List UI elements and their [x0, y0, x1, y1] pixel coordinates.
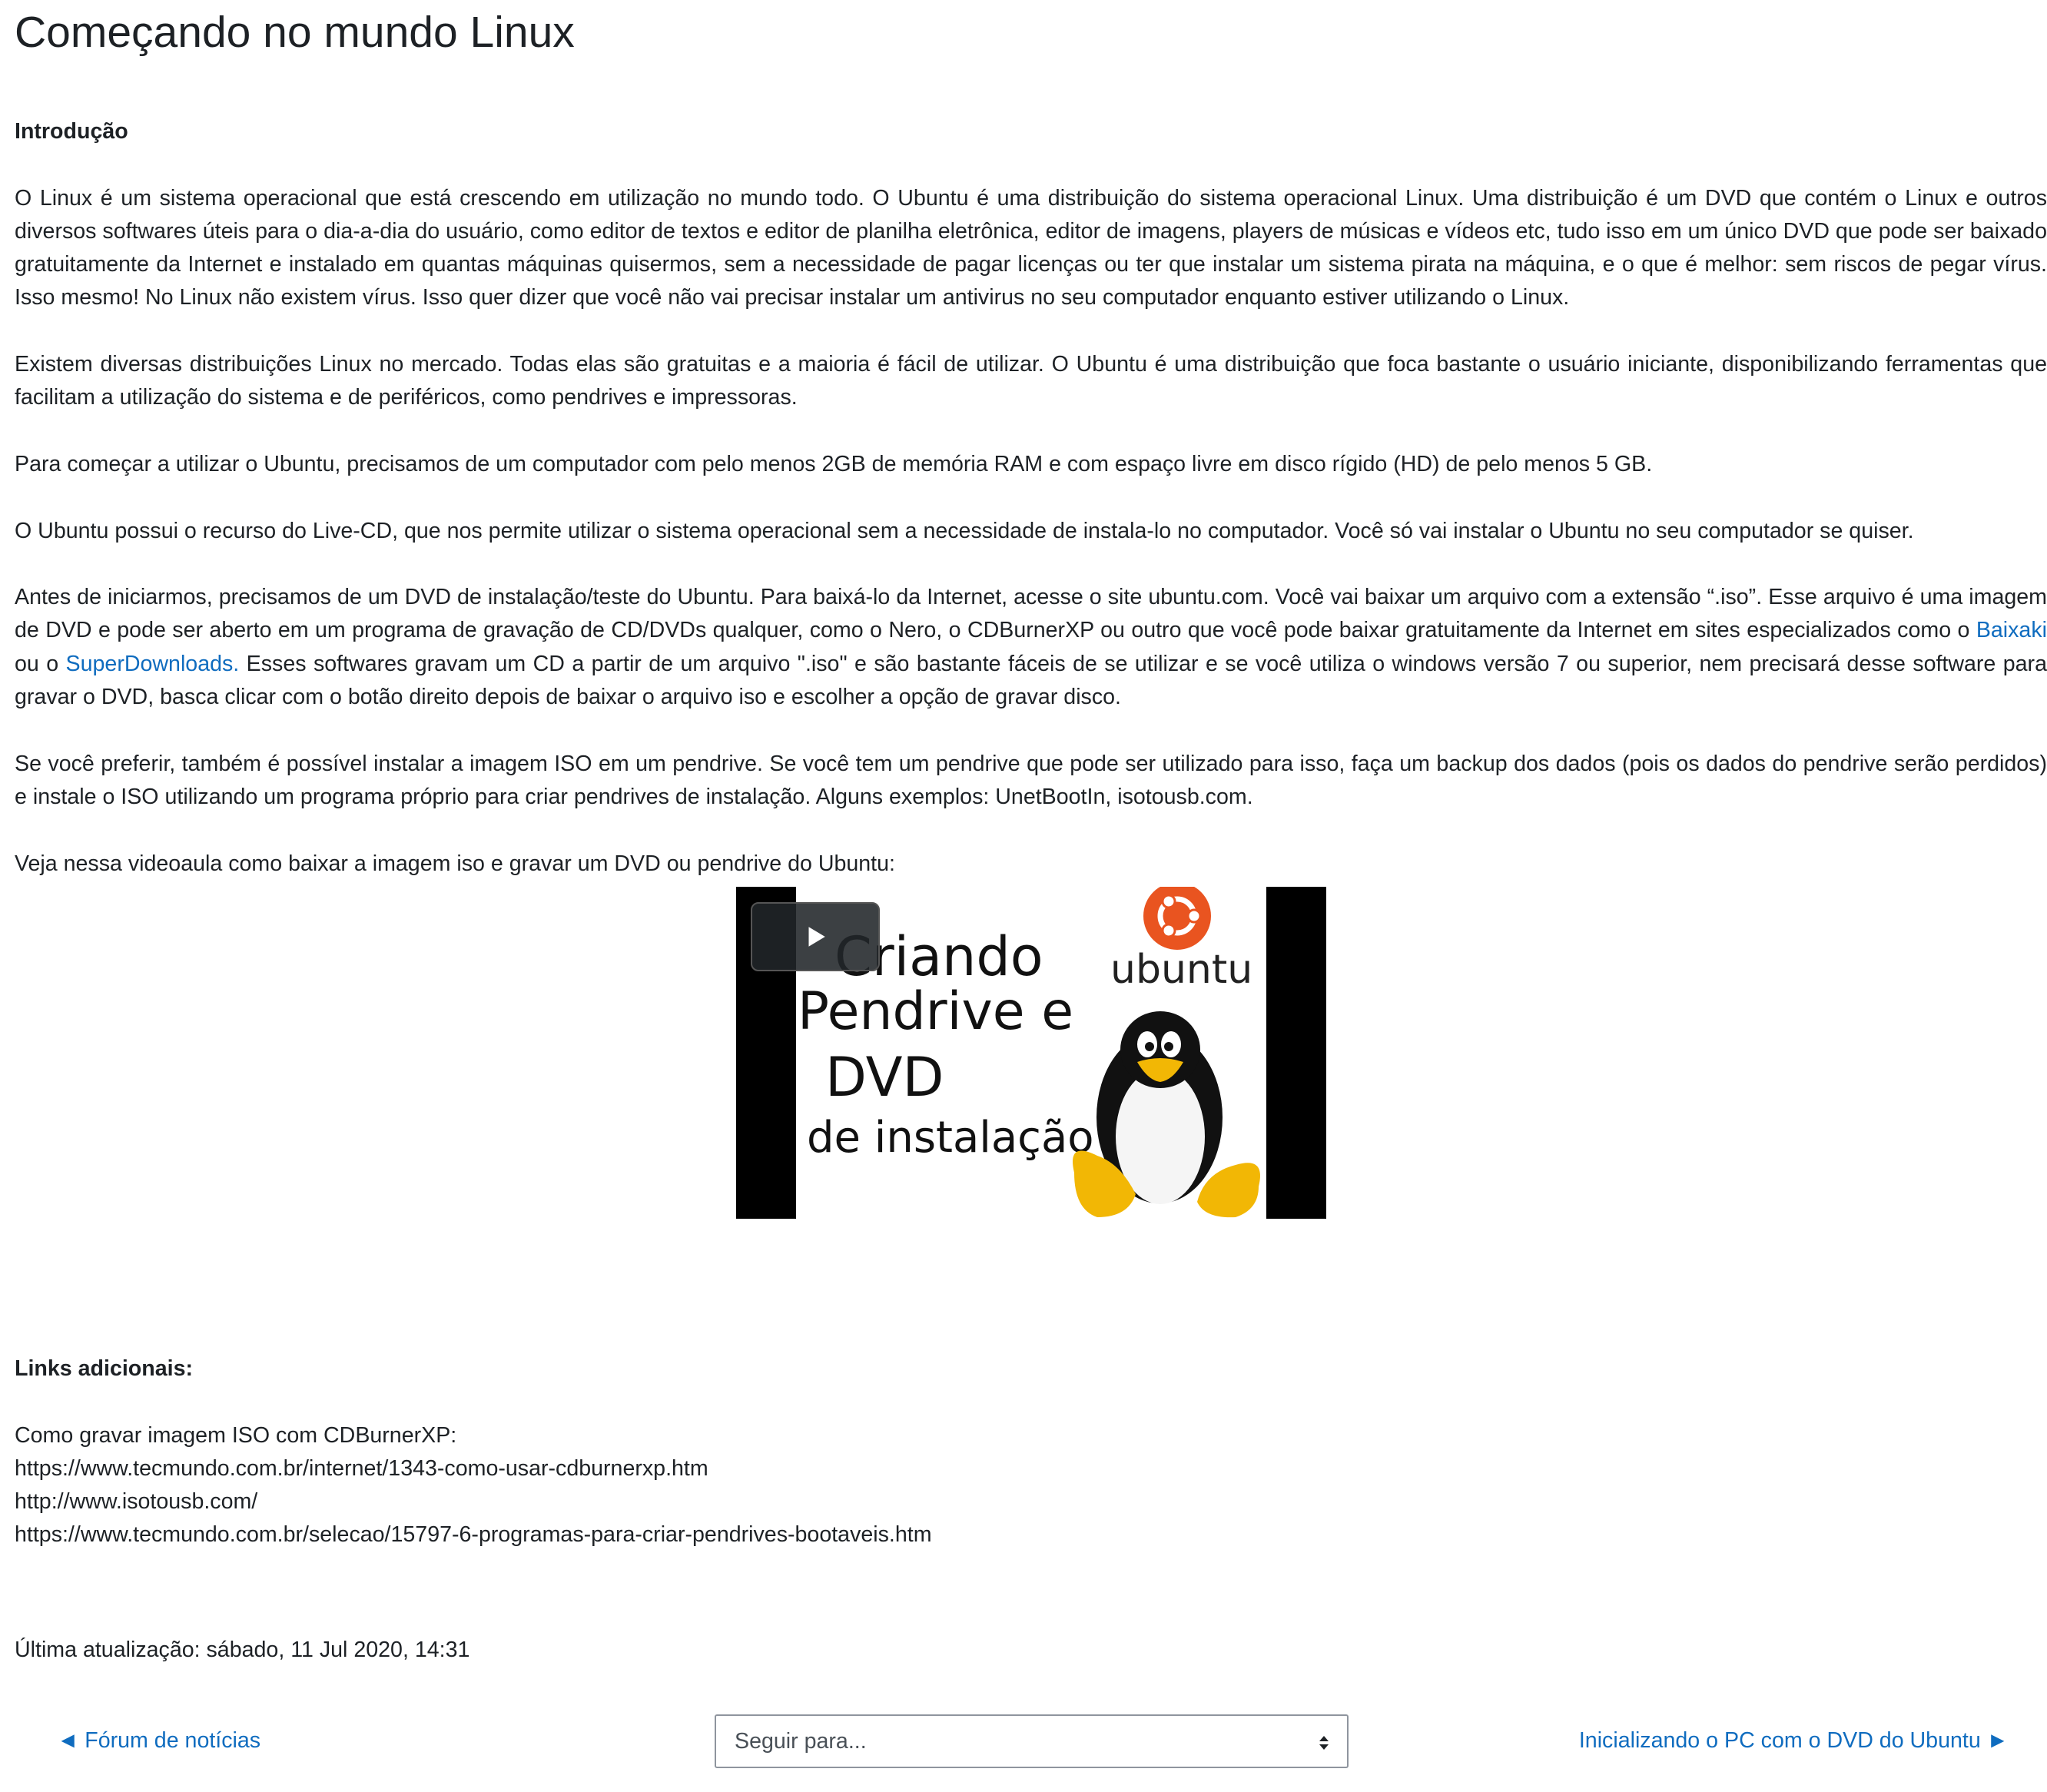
paragraph-download-text-2: ou o [15, 651, 66, 676]
jump-to-select[interactable]: Seguir para... [715, 1714, 1349, 1768]
paragraph-download: Antes de iniciarmos, precisamos de um DV… [15, 581, 2047, 714]
paragraph-download-text-1: Antes de iniciarmos, precisamos de um DV… [15, 585, 2047, 643]
superdownloads-link[interactable]: SuperDownloads. [66, 652, 240, 676]
page-title: Começando no mundo Linux [15, 8, 575, 57]
play-button[interactable] [750, 901, 880, 971]
baixaki-link[interactable]: Baixaki [1976, 618, 2047, 642]
paragraph-pendrive: Se você preferir, também é possível inst… [15, 751, 2047, 809]
last-updated: Última atualização: sábado, 11 Jul 2020,… [15, 1638, 470, 1662]
link-url-2: http://www.isotousb.com/ [15, 1489, 258, 1515]
video-title-line-2: Pendrive e [798, 981, 1073, 1042]
links-label: Como gravar imagem ISO com CDBurnerXP: [15, 1422, 457, 1448]
intro-heading: Introdução [15, 119, 128, 144]
paragraph-live-cd: O Ubuntu possui o recurso do Live-CD, qu… [15, 518, 1914, 543]
link-url-3: https://www.tecmundo.com.br/selecao/1579… [15, 1522, 932, 1548]
video-player[interactable]: Criando Pendrive e DVD de instalação ubu… [735, 886, 1326, 1219]
previous-activity-link[interactable]: ◄ Fórum de notícias [57, 1724, 260, 1757]
paragraph-intro-1: O Linux é um sistema operacional que est… [15, 185, 2047, 310]
links-heading: Links adicionais: [15, 1356, 193, 1381]
play-icon [808, 927, 825, 947]
video-title-line-3: DVD [825, 1046, 944, 1109]
video-title-line-4: de instalação [807, 1113, 1094, 1163]
paragraph-download-text-3: Esses softwares gravam um CD a partir de… [15, 651, 2047, 710]
ubuntu-wordmark: ubuntu [1110, 947, 1252, 993]
page: Começando no mundo Linux Introdução O Li… [0, 0, 2047, 1792]
paragraph-requirements: Para começar a utilizar o Ubuntu, precis… [15, 451, 1653, 476]
main-content: Introdução O Linux é um sistema operacio… [15, 115, 2047, 1219]
additional-links: Links adicionais: Como gravar imagem ISO… [15, 1352, 932, 1552]
select-arrows-icon [1319, 1736, 1329, 1750]
next-activity-link[interactable]: Inicializando o PC com o DVD do Ubuntu ► [1579, 1724, 2009, 1757]
link-url-1: https://www.tecmundo.com.br/internet/134… [15, 1455, 708, 1481]
jump-to-placeholder: Seguir para... [735, 1728, 867, 1754]
paragraph-intro-2: Existem diversas distribuições Linux no … [15, 352, 2047, 410]
paragraph-video-intro: Veja nessa videoaula como baixar a image… [15, 851, 895, 876]
